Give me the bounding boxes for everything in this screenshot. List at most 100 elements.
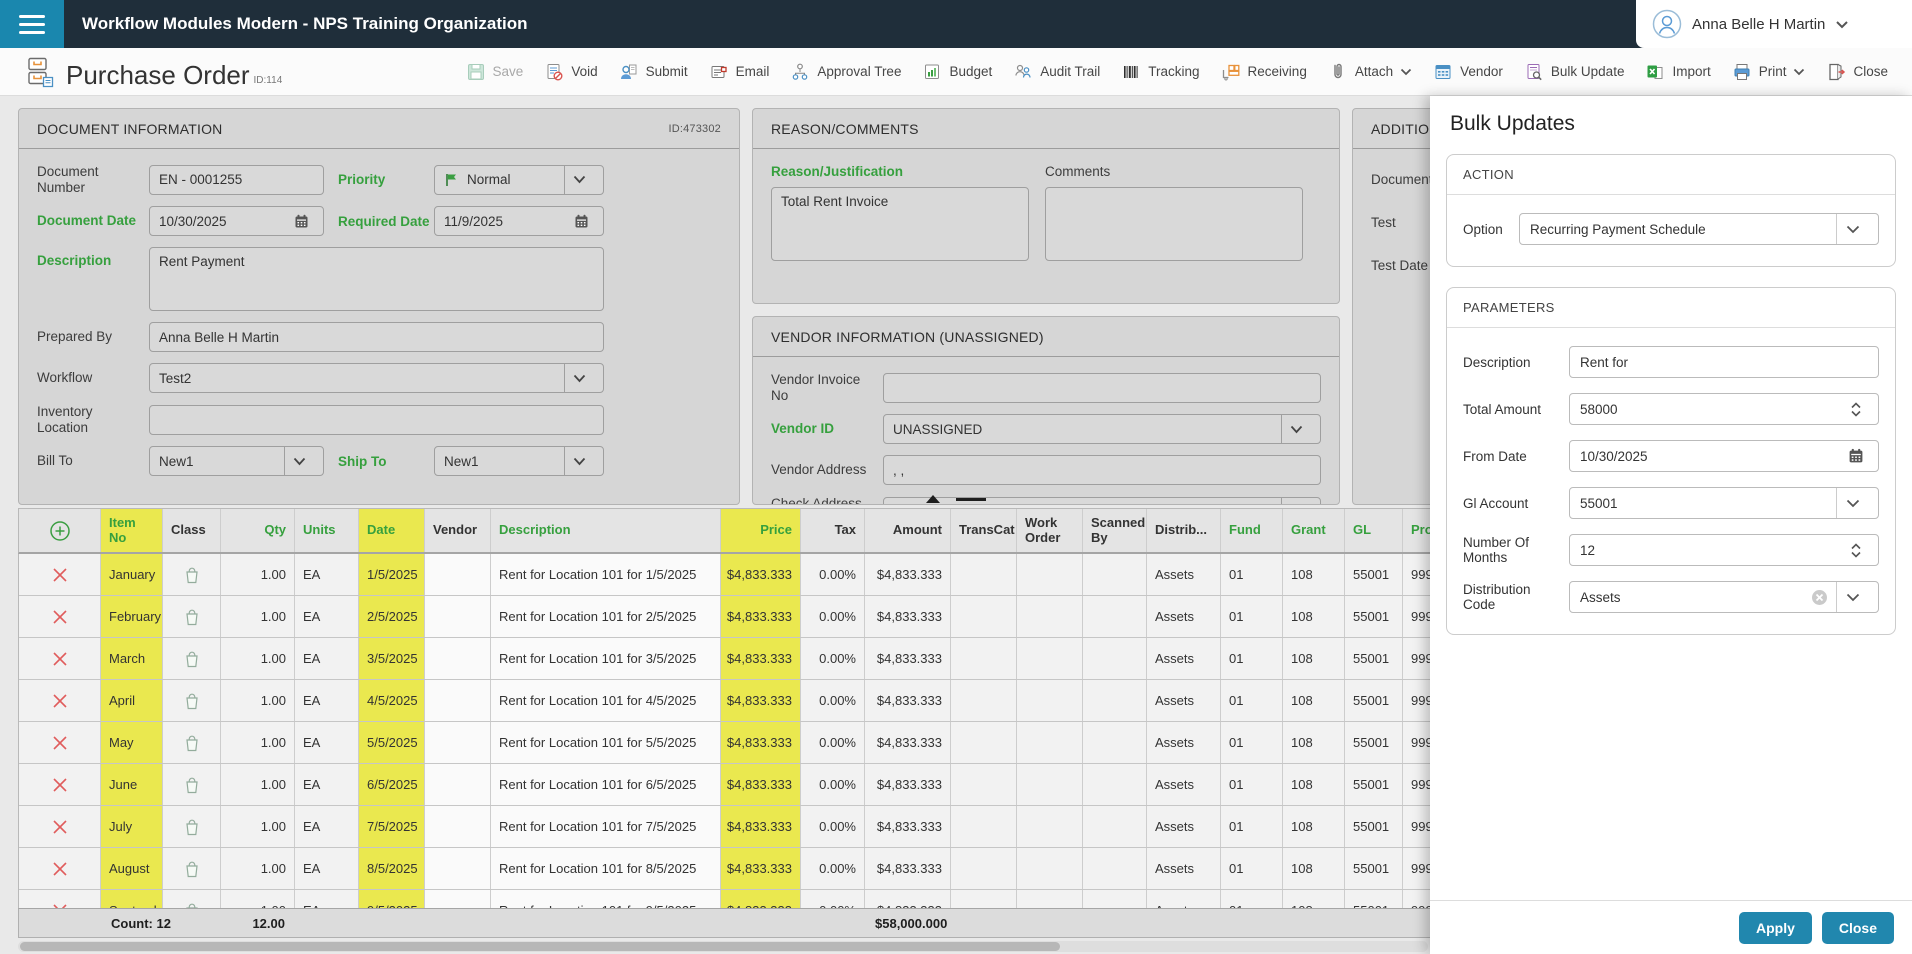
cell-transcat[interactable] [951, 806, 1017, 847]
calendar-icon[interactable] [568, 206, 594, 236]
distribution-code-select[interactable]: Assets [1569, 581, 1879, 613]
audit-trail-button[interactable]: Audit Trail [1013, 62, 1100, 82]
cell-amount[interactable]: $4,833.333 [865, 848, 951, 889]
scrollbar-thumb[interactable] [20, 942, 1060, 951]
cell-grant[interactable]: 108 [1283, 554, 1345, 595]
cell-vendor[interactable] [425, 554, 491, 595]
cell-vendor[interactable] [425, 596, 491, 637]
chevron-down-icon[interactable] [1836, 581, 1868, 613]
cell-grant[interactable]: 108 [1283, 680, 1345, 721]
cell-description[interactable]: Rent for Location 101 for 4/5/2025 [491, 680, 721, 721]
chevron-down-icon[interactable] [564, 446, 594, 476]
cell-gl[interactable]: 55001 [1345, 764, 1403, 805]
cell-description[interactable]: Rent for Location 101 for 6/5/2025 [491, 764, 721, 805]
cell-item_no[interactable]: August [101, 848, 163, 889]
cell-tax[interactable]: 0.00% [801, 848, 865, 889]
column-header-qty[interactable]: Qty [221, 509, 295, 552]
vendor-invoice-no-input[interactable] [883, 373, 1321, 403]
hamburger-menu-button[interactable] [0, 0, 64, 48]
cell-vendor[interactable] [425, 764, 491, 805]
number-of-months-stepper[interactable]: 12 [1569, 534, 1879, 566]
class-bag-icon[interactable] [163, 806, 221, 847]
class-bag-icon[interactable] [163, 764, 221, 805]
cell-distrib[interactable]: Assets [1147, 848, 1221, 889]
cell-amount[interactable]: $4,833.333 [865, 806, 951, 847]
cell-fund[interactable]: 01 [1221, 764, 1283, 805]
cell-grant[interactable]: 108 [1283, 890, 1345, 908]
required-date-input[interactable]: 11/9/2025 [434, 206, 604, 236]
description-textarea[interactable]: Rent Payment [149, 247, 604, 311]
class-bag-icon[interactable] [163, 680, 221, 721]
delete-row-button[interactable] [19, 890, 101, 908]
cell-vendor[interactable] [425, 638, 491, 679]
cell-scanned_by[interactable] [1083, 680, 1147, 721]
cell-vendor[interactable] [425, 806, 491, 847]
cell-date[interactable]: 5/5/2025 [359, 722, 425, 763]
column-header-class[interactable]: Class [163, 509, 221, 552]
cell-transcat[interactable] [951, 638, 1017, 679]
cell-fund[interactable]: 01 [1221, 596, 1283, 637]
cell-fund[interactable]: 01 [1221, 680, 1283, 721]
horizontal-scrollbar[interactable] [18, 941, 1428, 952]
close-button[interactable]: Close [1826, 62, 1888, 82]
cell-work_order[interactable] [1017, 890, 1083, 908]
cell-scanned_by[interactable] [1083, 890, 1147, 908]
cell-qty[interactable]: 1.00 [221, 848, 295, 889]
budget-button[interactable]: Budget [922, 62, 992, 82]
cell-work_order[interactable] [1017, 806, 1083, 847]
cell-amount[interactable]: $4,833.333 [865, 722, 951, 763]
void-button[interactable]: Void [544, 62, 597, 82]
class-bag-icon[interactable] [163, 596, 221, 637]
option-select[interactable]: Recurring Payment Schedule [1519, 213, 1879, 245]
cell-amount[interactable]: $4,833.333 [865, 890, 951, 908]
comments-textarea[interactable] [1045, 187, 1303, 261]
cell-units[interactable]: EA [295, 680, 359, 721]
cell-grant[interactable]: 108 [1283, 596, 1345, 637]
receiving-button[interactable]: Receiving [1221, 62, 1307, 82]
ship-to-select[interactable]: New1 [434, 446, 604, 476]
cell-qty[interactable]: 1.00 [221, 680, 295, 721]
cell-vendor[interactable] [425, 890, 491, 908]
delete-row-button[interactable] [19, 554, 101, 595]
print-button[interactable]: Print [1732, 62, 1806, 82]
cell-scanned_by[interactable] [1083, 722, 1147, 763]
cell-date[interactable]: 6/5/2025 [359, 764, 425, 805]
cell-distrib[interactable]: Assets [1147, 764, 1221, 805]
cell-item_no[interactable]: April [101, 680, 163, 721]
document-date-input[interactable]: 10/30/2025 [149, 206, 324, 236]
cell-description[interactable]: Rent for Location 101 for 9/5/2025 [491, 890, 721, 908]
cell-date[interactable]: 8/5/2025 [359, 848, 425, 889]
cell-units[interactable]: EA [295, 722, 359, 763]
cell-fund[interactable]: 01 [1221, 638, 1283, 679]
cell-item_no[interactable]: February [101, 596, 163, 637]
column-header-date[interactable]: Date [359, 509, 425, 552]
cell-gl[interactable]: 55001 [1345, 722, 1403, 763]
cell-tax[interactable]: 0.00% [801, 890, 865, 908]
cell-grant[interactable]: 108 [1283, 764, 1345, 805]
cell-price[interactable]: $4,833.333 [721, 848, 801, 889]
cell-price[interactable]: $4,833.333 [721, 722, 801, 763]
cell-vendor[interactable] [425, 722, 491, 763]
cell-date[interactable]: 1/5/2025 [359, 554, 425, 595]
cell-units[interactable]: EA [295, 848, 359, 889]
class-bag-icon[interactable] [163, 890, 221, 908]
cell-price[interactable]: $4,833.333 [721, 596, 801, 637]
cell-distrib[interactable]: Assets [1147, 722, 1221, 763]
cell-scanned_by[interactable] [1083, 638, 1147, 679]
column-header-vendor[interactable]: Vendor [425, 509, 491, 552]
chevron-down-icon[interactable] [1281, 414, 1311, 444]
cell-scanned_by[interactable] [1083, 764, 1147, 805]
submit-button[interactable]: Submit [619, 62, 688, 82]
bulk-update-button[interactable]: Bulk Update [1524, 62, 1625, 82]
total-amount-stepper[interactable]: 58000 [1569, 393, 1879, 425]
cell-date[interactable]: 7/5/2025 [359, 806, 425, 847]
cell-item_no[interactable]: March [101, 638, 163, 679]
cell-date[interactable]: 3/5/2025 [359, 638, 425, 679]
tracking-button[interactable]: Tracking [1121, 62, 1199, 82]
approval-tree-button[interactable]: Approval Tree [790, 62, 901, 82]
chevron-down-icon[interactable] [1281, 497, 1311, 505]
cell-price[interactable]: $4,833.333 [721, 554, 801, 595]
cell-fund[interactable]: 01 [1221, 806, 1283, 847]
cell-description[interactable]: Rent for Location 101 for 3/5/2025 [491, 638, 721, 679]
cell-transcat[interactable] [951, 764, 1017, 805]
